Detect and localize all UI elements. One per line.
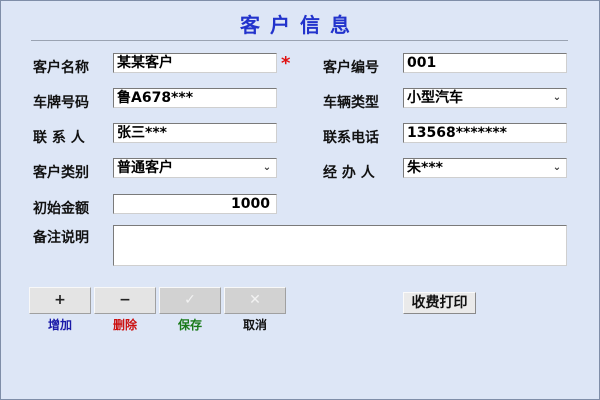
check-icon: ✓ [184,292,196,308]
chevron-down-icon[interactable]: ⌄ [260,160,274,176]
plus-icon: + [54,292,66,308]
handler-value: 朱*** [407,160,443,176]
notes-textarea[interactable] [113,225,567,266]
close-icon: ✕ [249,292,261,308]
save-button-label[interactable]: 保存 [159,316,221,333]
handler-select[interactable]: 朱*** ⌄ [403,158,567,178]
chevron-down-icon[interactable]: ⌄ [550,90,564,106]
phone-label: 联系电话 [323,130,379,146]
initial-amount-label: 初始金额 [33,201,89,217]
print-receipt-button[interactable]: 收费打印 [403,292,476,314]
cancel-button[interactable]: ✕ [224,287,286,314]
save-button[interactable]: ✓ [159,287,221,314]
add-button[interactable]: + [29,287,91,314]
window-title: 客户信息 [240,13,360,37]
phone-input[interactable]: 13568******* [403,123,567,143]
customer-type-label: 客户类别 [33,165,89,181]
plate-no-label: 车牌号码 [33,95,89,111]
delete-button-label[interactable]: 删除 [94,316,156,333]
delete-button[interactable]: − [94,287,156,314]
customer-type-select[interactable]: 普通客户 ⌄ [113,158,277,178]
customer-type-value: 普通客户 [117,160,173,176]
chevron-down-icon[interactable]: ⌄ [550,160,564,176]
initial-amount-input[interactable]: 1000 [113,194,277,214]
customer-name-label: 客户名称 [33,60,89,76]
plate-no-input[interactable]: 鲁A678*** [113,88,277,108]
title-divider [31,40,568,41]
add-button-label[interactable]: 增加 [29,316,91,333]
customer-name-input[interactable]: 某某客户 [113,53,277,73]
vehicle-type-label: 车辆类型 [323,95,379,111]
vehicle-type-value: 小型汽车 [407,90,463,106]
minus-icon: − [119,292,131,308]
customer-no-input[interactable]: 001 [403,53,567,73]
notes-label: 备注说明 [33,230,89,246]
contact-label: 联 系 人 [33,130,85,146]
contact-input[interactable]: 张三*** [113,123,277,143]
handler-label: 经 办 人 [323,165,375,181]
customer-no-label: 客户编号 [323,60,379,76]
cancel-button-label[interactable]: 取消 [224,316,286,333]
vehicle-type-select[interactable]: 小型汽车 ⌄ [403,88,567,108]
required-marker: * [281,53,291,74]
customer-info-window: 客户信息 客户名称 某某客户 * 客户编号 001 车牌号码 鲁A678*** … [0,0,600,400]
